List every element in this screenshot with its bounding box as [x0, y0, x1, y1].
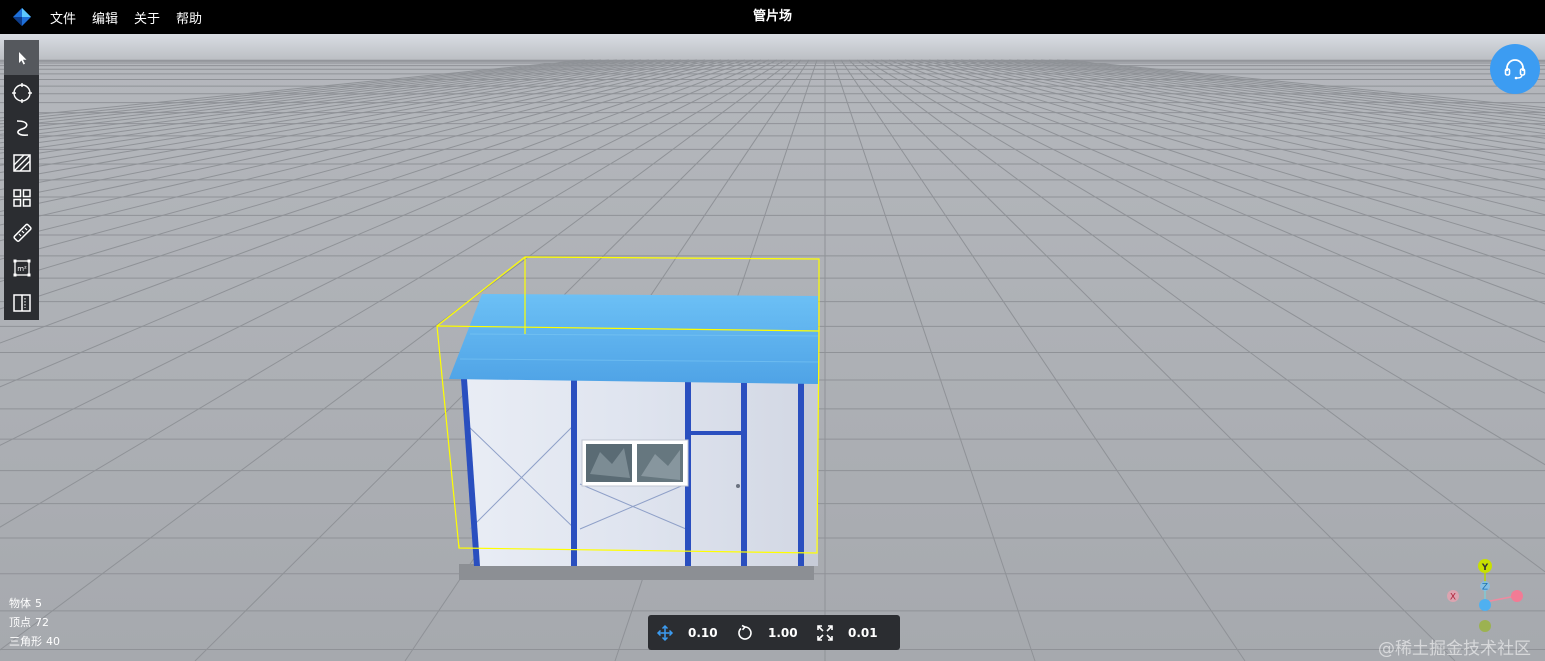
rotate-step-value[interactable]: 1.00: [768, 626, 808, 640]
tool-curve[interactable]: [4, 110, 39, 145]
house-roof: [449, 294, 818, 384]
menu-bar: 文件 编辑 关于 帮助: [50, 0, 202, 34]
left-toolbar: m²: [4, 40, 39, 320]
stat-triangles: 三角形 40: [9, 632, 60, 651]
house-base: [459, 564, 814, 580]
house-model[interactable]: [436, 256, 820, 580]
curve-icon: [16, 119, 28, 136]
watermark: @稀土掘金技术社区: [1378, 639, 1531, 659]
stat-triangles-value: 40: [46, 635, 60, 648]
gizmo-neg-x-handle[interactable]: [1511, 590, 1523, 602]
gizmo-y-label: Y: [1481, 563, 1489, 573]
ruler-icon: [12, 223, 32, 242]
grid-icon: [12, 188, 31, 207]
headset-icon: [1504, 59, 1526, 80]
move-step-value[interactable]: 0.10: [688, 626, 728, 640]
scene-stats: 物体 5 顶点 72 三角形 40: [9, 594, 60, 651]
scale-step-value[interactable]: 0.01: [848, 626, 888, 640]
support-button[interactable]: [1490, 44, 1540, 94]
tool-split-view[interactable]: [4, 285, 39, 320]
app-title: 管片场: [752, 9, 792, 24]
house-side-wall: [803, 379, 818, 566]
stat-vertices: 顶点 72: [9, 613, 60, 632]
scale-group: 0.01: [808, 624, 888, 642]
gizmo-z-label: Z: [1482, 583, 1488, 593]
svg-text:m²: m²: [17, 265, 27, 273]
gizmo-neg-z-handle[interactable]: [1479, 599, 1491, 611]
tool-hatch-area[interactable]: [4, 145, 39, 180]
axis-gizmo[interactable]: Y X Z: [1440, 552, 1530, 642]
cursor-icon: [18, 51, 26, 64]
hatch-area-icon: [12, 153, 31, 172]
split-view-icon: [12, 293, 31, 312]
top-bar: 文件 编辑 关于 帮助 管片场: [0, 0, 1545, 34]
tool-circle-select[interactable]: [4, 75, 39, 110]
menu-help[interactable]: 帮助: [176, 8, 202, 27]
tool-area-measure[interactable]: m²: [4, 250, 39, 285]
move-group: 0.10: [648, 624, 728, 642]
sky-band: [0, 34, 1545, 62]
menu-file[interactable]: 文件: [50, 8, 76, 27]
stat-objects-label: 物体: [9, 597, 31, 610]
menu-edit[interactable]: 编辑: [92, 8, 118, 27]
logo-icon: [13, 8, 31, 26]
scene-canvas[interactable]: [0, 34, 1545, 661]
stat-vertices-label: 顶点: [9, 616, 31, 629]
move-icon[interactable]: [656, 624, 674, 642]
tool-select[interactable]: [4, 40, 39, 75]
rotate-icon[interactable]: [736, 624, 754, 642]
tool-grid[interactable]: [4, 180, 39, 215]
circle-select-icon: [11, 82, 32, 103]
door-handle: [736, 484, 740, 488]
rotate-group: 1.00: [728, 624, 808, 642]
menu-about[interactable]: 关于: [134, 8, 160, 27]
transform-bar: 0.10 1.00 0.01: [648, 615, 900, 650]
house-window: [581, 439, 689, 487]
3d-viewport[interactable]: m²: [0, 34, 1545, 661]
gizmo-x-label: X: [1450, 593, 1456, 603]
stat-objects: 物体 5: [9, 594, 60, 613]
tool-ruler[interactable]: [4, 215, 39, 250]
area-measure-icon: m²: [13, 259, 30, 276]
gizmo-neg-y-handle[interactable]: [1479, 620, 1491, 632]
stat-vertices-value: 72: [35, 616, 49, 629]
scale-icon[interactable]: [816, 624, 834, 642]
stat-triangles-label: 三角形: [9, 635, 42, 648]
stat-objects-value: 5: [35, 597, 42, 610]
